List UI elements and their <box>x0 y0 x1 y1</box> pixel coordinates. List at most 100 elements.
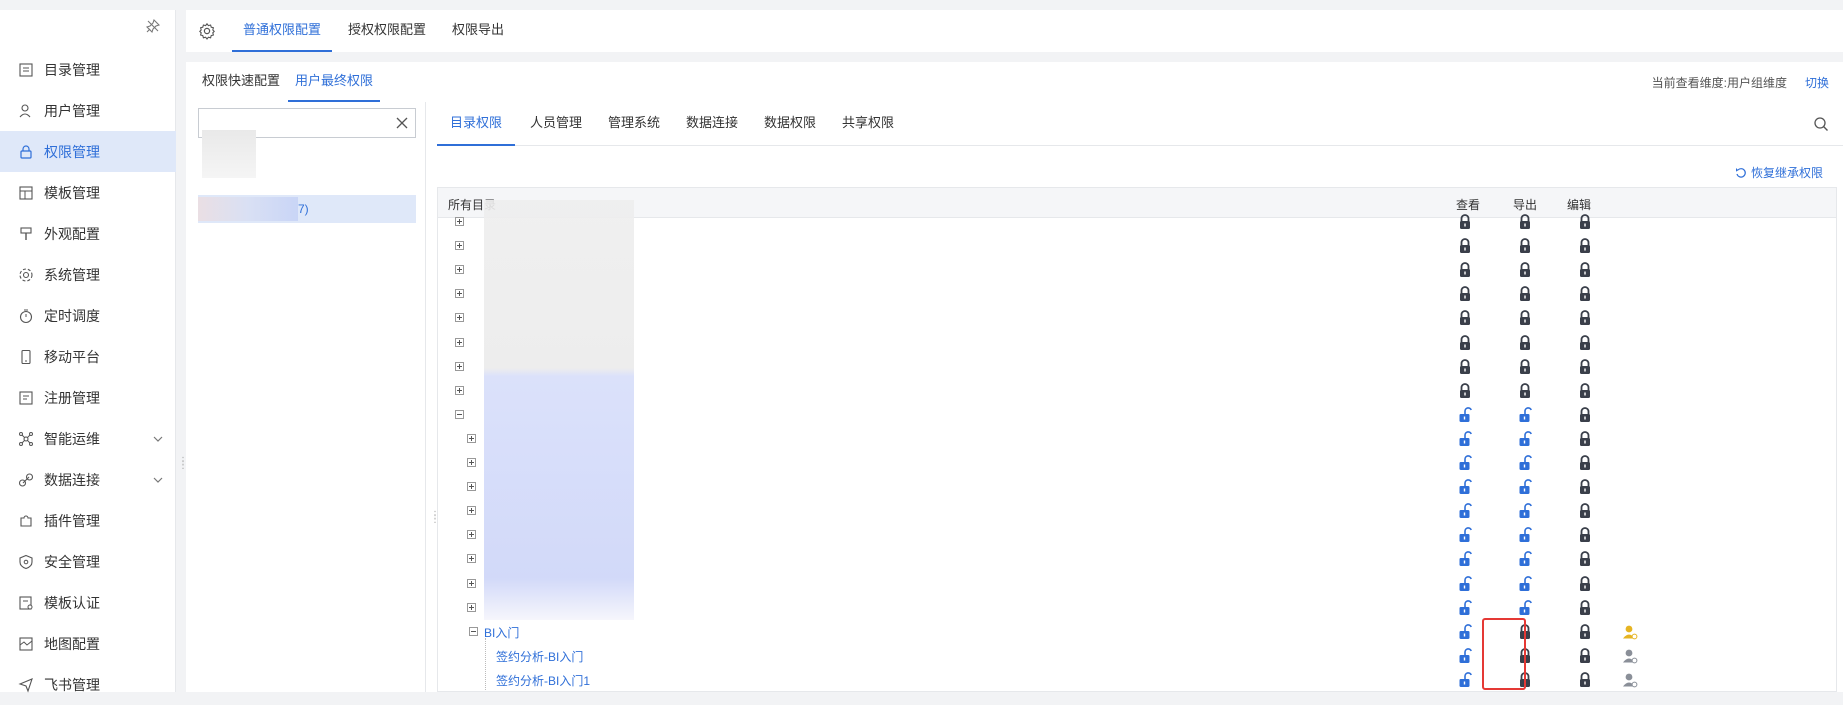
clear-icon[interactable] <box>395 116 409 130</box>
locked-icon[interactable] <box>1578 623 1592 640</box>
table-row[interactable] <box>438 210 1836 234</box>
unlocked-icon[interactable] <box>1518 575 1532 592</box>
sidebar-item[interactable]: 数据连接 <box>0 459 176 500</box>
sidebar-item[interactable]: 注册管理 <box>0 377 176 418</box>
expand-toggle[interactable] <box>455 289 464 299</box>
unlocked-icon[interactable] <box>1458 599 1472 616</box>
locked-icon[interactable] <box>1578 334 1592 351</box>
locked-icon[interactable] <box>1578 647 1592 664</box>
tree-node-label[interactable]: 签约分析-BI入门 <box>496 648 583 665</box>
expand-toggle[interactable] <box>455 385 464 395</box>
table-row[interactable] <box>438 282 1836 306</box>
tab-data-permission[interactable]: 数据权限 <box>764 102 816 146</box>
locked-icon[interactable] <box>1458 262 1472 278</box>
locked-icon[interactable] <box>1458 358 1472 375</box>
tab-share-permission[interactable]: 共享权限 <box>842 102 894 146</box>
tab-data-connection[interactable]: 数据连接 <box>686 102 738 146</box>
table-row[interactable] <box>438 523 1836 547</box>
table-row[interactable] <box>438 547 1836 571</box>
locked-icon[interactable] <box>1458 382 1472 399</box>
unlocked-icon[interactable] <box>1458 479 1472 495</box>
collapse-toggle[interactable] <box>469 626 478 636</box>
locked-icon[interactable] <box>1518 214 1532 230</box>
chevron-down-icon[interactable] <box>152 433 164 445</box>
table-row[interactable] <box>438 427 1836 451</box>
locked-icon[interactable] <box>1518 358 1532 375</box>
sidebar-item[interactable]: 系统管理 <box>0 254 176 295</box>
locked-icon[interactable] <box>1458 214 1472 230</box>
unlocked-icon[interactable] <box>1518 431 1532 447</box>
user-permission-icon[interactable] <box>1622 648 1638 664</box>
expand-toggle[interactable] <box>455 217 464 226</box>
unlocked-icon[interactable] <box>1518 455 1532 471</box>
unlocked-icon[interactable] <box>1458 575 1472 592</box>
unlocked-icon[interactable] <box>1518 503 1532 519</box>
tab-quick-config[interactable]: 权限快速配置 <box>202 62 280 102</box>
sidebar-item[interactable]: 插件管理 <box>0 500 176 541</box>
restore-inherit-button[interactable]: 恢复继承权限 <box>1735 164 1823 181</box>
locked-icon[interactable] <box>1578 455 1592 471</box>
sidebar-item[interactable]: 权限管理 <box>0 131 176 172</box>
table-row[interactable]: 签约分析-BI入门1 <box>438 668 1836 691</box>
sidebar-item[interactable]: 安全管理 <box>0 541 176 582</box>
table-row[interactable] <box>438 258 1836 282</box>
expand-toggle[interactable] <box>467 506 476 516</box>
sidebar-item[interactable]: 外观配置 <box>0 213 176 254</box>
chevron-down-icon[interactable] <box>152 474 164 486</box>
unlocked-icon[interactable] <box>1458 455 1472 471</box>
unlocked-icon[interactable] <box>1458 527 1472 543</box>
unlocked-icon[interactable] <box>1458 431 1472 447</box>
locked-icon[interactable] <box>1518 310 1532 326</box>
expand-toggle[interactable] <box>455 313 464 323</box>
table-row[interactable] <box>438 331 1836 355</box>
table-row[interactable] <box>438 499 1836 523</box>
locked-icon[interactable] <box>1578 382 1592 399</box>
table-row[interactable] <box>438 403 1836 427</box>
user-permission-icon[interactable] <box>1622 672 1638 688</box>
expand-toggle[interactable] <box>455 265 464 275</box>
settings-gear-icon[interactable] <box>198 22 216 40</box>
pin-icon[interactable] <box>145 18 161 34</box>
locked-icon[interactable] <box>1578 503 1592 519</box>
unlocked-icon[interactable] <box>1458 406 1472 423</box>
tab-personnel-management[interactable]: 人员管理 <box>530 102 582 146</box>
tab-permission-export[interactable]: 权限导出 <box>452 10 504 52</box>
locked-icon[interactable] <box>1578 214 1592 230</box>
locked-icon[interactable] <box>1578 310 1592 326</box>
collapse-toggle[interactable] <box>455 409 464 419</box>
unlocked-icon[interactable] <box>1458 672 1472 688</box>
tree-node-label[interactable]: BI入门 <box>484 624 519 641</box>
locked-icon[interactable] <box>1518 382 1532 399</box>
user-permission-icon[interactable] <box>1622 624 1638 640</box>
table-row[interactable] <box>438 234 1836 258</box>
table-row[interactable] <box>438 355 1836 379</box>
locked-icon[interactable] <box>1578 262 1592 278</box>
locked-icon[interactable] <box>1578 286 1592 302</box>
expand-toggle[interactable] <box>467 458 476 467</box>
sidebar-item[interactable]: 飞书管理 <box>0 664 176 705</box>
switch-link[interactable]: 切换 <box>1805 74 1829 91</box>
expand-toggle[interactable] <box>455 361 464 371</box>
tree-node-label[interactable]: 签约分析-BI入门1 <box>496 672 590 689</box>
expand-toggle[interactable] <box>455 241 464 251</box>
locked-icon[interactable] <box>1458 334 1472 351</box>
unlocked-icon[interactable] <box>1518 599 1532 616</box>
expand-toggle[interactable] <box>467 530 476 540</box>
locked-icon[interactable] <box>1518 334 1532 351</box>
locked-icon[interactable] <box>1518 238 1532 254</box>
table-row[interactable]: 签约分析-BI入门 <box>438 644 1836 668</box>
expand-toggle[interactable] <box>467 482 476 492</box>
sidebar-item[interactable]: 移动平台 <box>0 336 176 377</box>
table-row[interactable] <box>438 596 1836 620</box>
sidebar-item[interactable]: 定时调度 <box>0 295 176 336</box>
expand-toggle[interactable] <box>467 578 476 588</box>
expand-toggle[interactable] <box>467 602 476 612</box>
locked-icon[interactable] <box>1578 406 1592 423</box>
sidebar-item[interactable]: 用户管理 <box>0 90 176 131</box>
locked-icon[interactable] <box>1578 551 1592 567</box>
tab-catalog-permission[interactable]: 目录权限 <box>437 102 515 146</box>
unlocked-icon[interactable] <box>1458 551 1472 567</box>
sidebar-item[interactable]: 目录管理 <box>0 49 176 90</box>
tab-management-system[interactable]: 管理系统 <box>608 102 660 146</box>
locked-icon[interactable] <box>1578 479 1592 495</box>
